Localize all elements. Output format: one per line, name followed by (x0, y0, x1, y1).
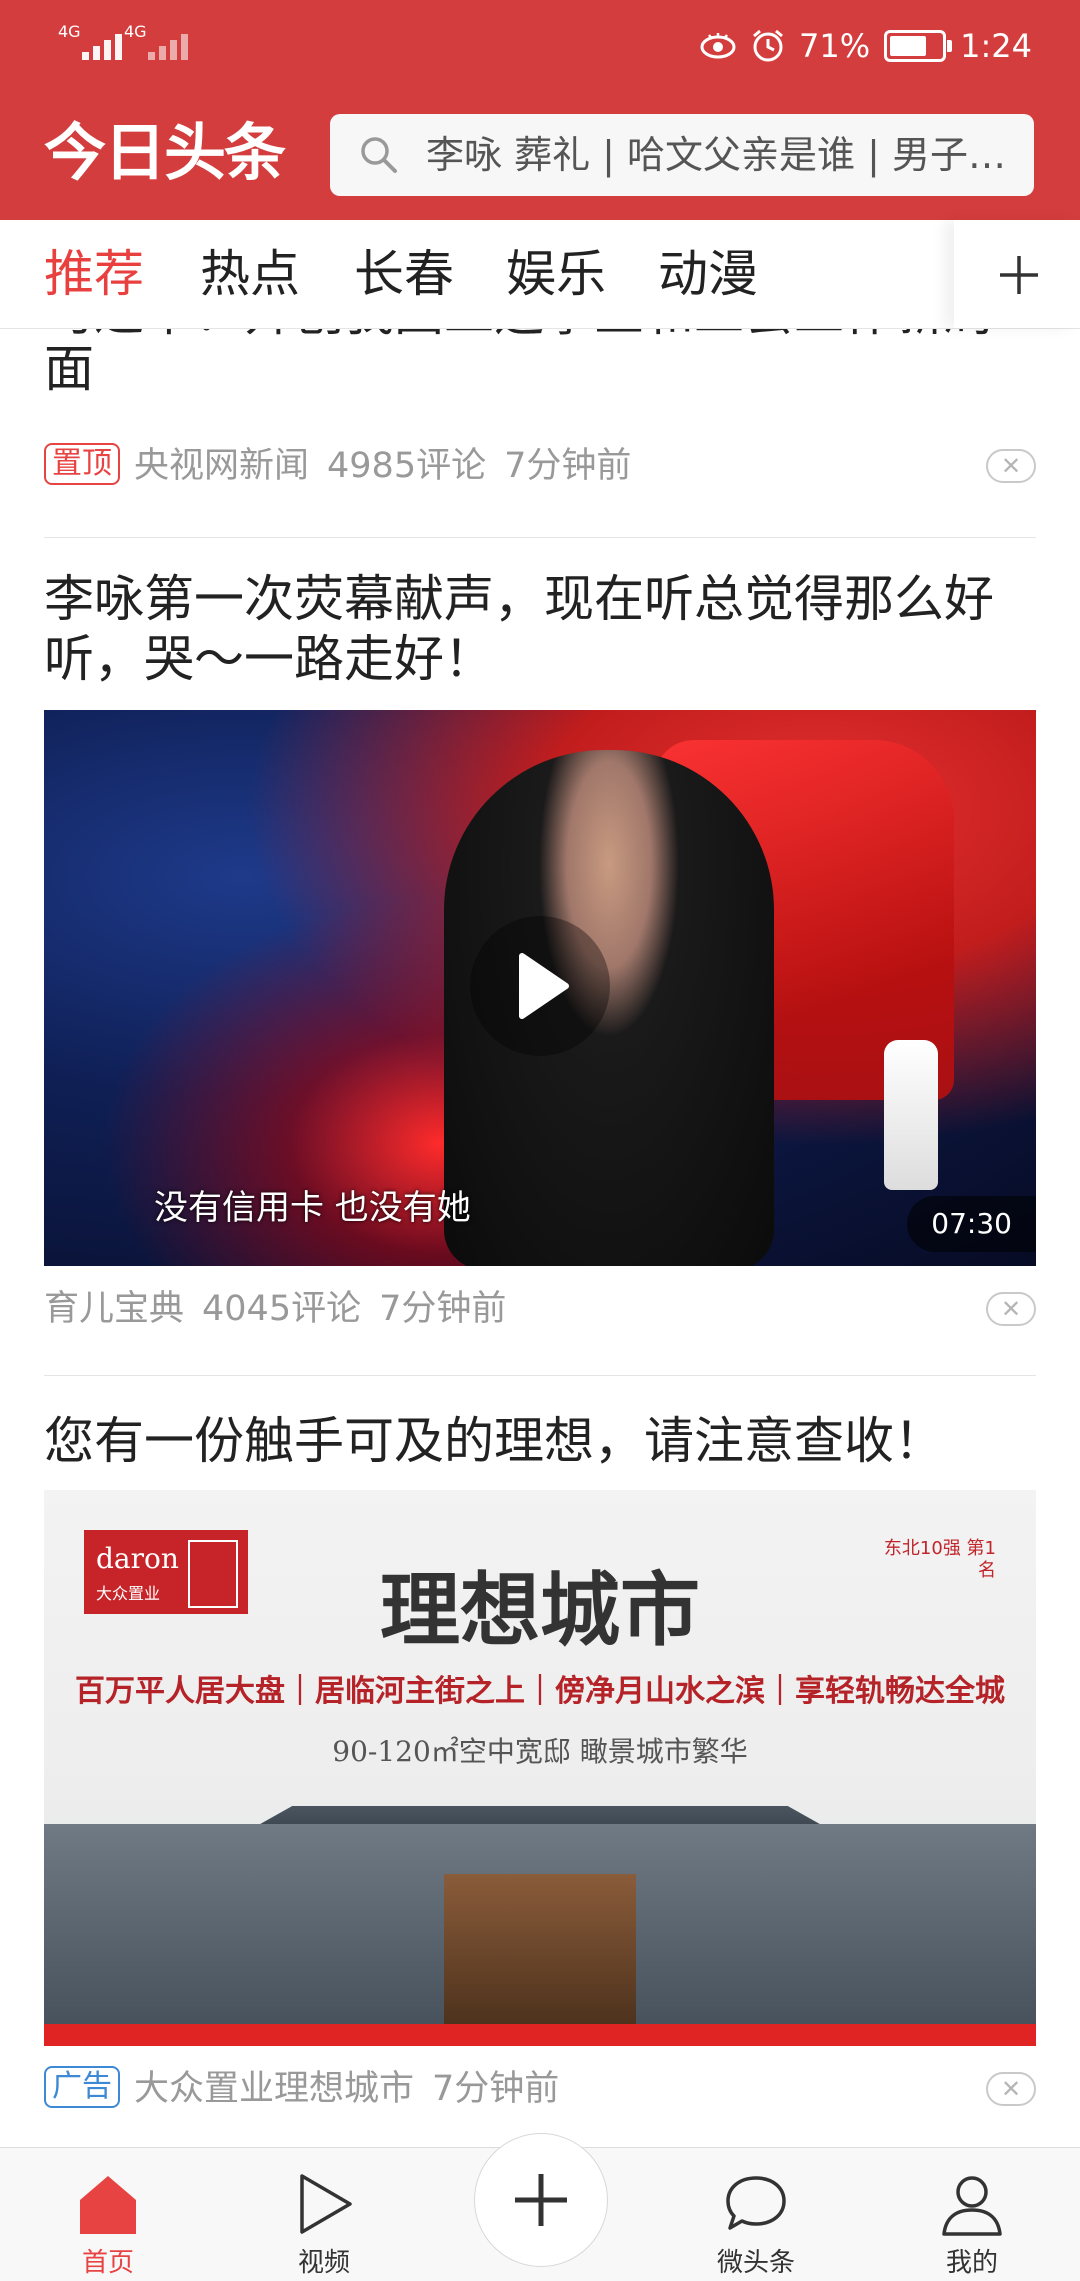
person-icon (942, 2176, 1002, 2236)
article-source[interactable]: 大众置业理想城市 (134, 2069, 414, 2109)
plus-icon (515, 2174, 567, 2226)
dismiss-button[interactable]: ✕ (986, 1292, 1036, 1326)
chat-bubble-icon (726, 2176, 786, 2230)
eye-comfort-icon (700, 33, 736, 59)
close-icon: ✕ (1000, 2075, 1022, 2103)
tab-entertainment[interactable]: 娱乐 (506, 244, 606, 304)
article-source[interactable]: 央视网新闻 (134, 446, 309, 486)
nav-label: 微头条 (716, 2248, 795, 2278)
battery-percent: 71% (799, 27, 871, 65)
nav-home[interactable]: 首页 (38, 2162, 178, 2278)
nav-weitoutiao[interactable]: 微头条 (686, 2162, 826, 2278)
app-logo[interactable]: 今日头条 (44, 122, 286, 184)
ad-red-strip (44, 2024, 1036, 2046)
tab-anime[interactable]: 动漫 (658, 244, 758, 304)
tab-recommend[interactable]: 推荐 (44, 244, 144, 304)
pinned-badge: 置顶 (44, 443, 120, 485)
tab-hot[interactable]: 热点 (200, 244, 300, 304)
sim1-label: 4G (58, 22, 81, 41)
publish-time: 7分钟前 (379, 1289, 507, 1329)
search-bar[interactable]: 李咏 葬礼 | 哈文父亲是谁 | 男子… (330, 114, 1034, 196)
top-header: 4G 4G 71% 1:24 今日头条 李咏 葬礼 | 哈文父亲是谁 | 男子… (0, 0, 1080, 220)
ad-slogan: 百万平人居大盘｜居临河主街之上｜傍净月山水之滨｜享轻轨畅达全城 (75, 1674, 1005, 1709)
article-source[interactable]: 育儿宝典 (44, 1289, 184, 1329)
nav-mine[interactable]: 我的 (902, 2162, 1042, 2278)
dismiss-button[interactable]: ✕ (986, 449, 1036, 483)
article-meta: 置顶 央视网新闻 4985评论 7分钟前 (44, 441, 1036, 491)
ad-image[interactable]: daron 大众置业 东北10强 第1名 理想城市 百万平人居大盘｜居临河主街之… (44, 1490, 1036, 2046)
publish-button[interactable] (474, 2133, 608, 2267)
close-icon: ✕ (1000, 452, 1022, 480)
plus-icon (1000, 256, 1038, 294)
dismiss-button[interactable]: ✕ (986, 2072, 1036, 2106)
close-icon: ✕ (1000, 1295, 1022, 1323)
ad-subtitle: 90-120㎡空中宽邸 瞰景城市繁华 (332, 1735, 748, 1768)
add-channel-button[interactable] (954, 220, 1080, 328)
play-icon (519, 953, 569, 1019)
search-placeholder: 李咏 葬礼 | 哈文父亲是谁 | 男子… (426, 133, 1007, 177)
nav-label: 首页 (81, 2248, 134, 2278)
sim2-label: 4G (124, 22, 147, 41)
publish-time: 7分钟前 (432, 2069, 560, 2109)
alarm-icon (753, 29, 783, 62)
news-feed[interactable]: 习近平：开创我国工运事业和工会工作新局 面 置顶央视网新闻4985评论7分钟前 … (0, 329, 1080, 2149)
ad-building (444, 1874, 636, 2024)
status-bar: 4G 4G 71% 1:24 (0, 0, 1080, 92)
comment-count: 4985评论 (327, 446, 487, 486)
home-icon (80, 2176, 136, 2234)
divider (44, 1375, 1036, 1376)
nav-label: 视频 (297, 2248, 350, 2278)
article-meta: 育儿宝典 4045评论 7分钟前 (44, 1284, 1036, 1334)
tab-changchun[interactable]: 长春 (354, 244, 454, 304)
video-scene (884, 1040, 938, 1190)
article-title[interactable]: 面 (44, 339, 1036, 399)
sim2-signal-icon: 4G (124, 20, 224, 64)
play-button[interactable] (470, 916, 610, 1056)
video-duration: 07:30 (907, 1196, 1036, 1252)
battery-icon (884, 30, 953, 62)
nav-label: 我的 (945, 2248, 998, 2278)
ad-headline: 理想城市 (380, 1563, 700, 1657)
publish-time: 7分钟前 (504, 446, 632, 486)
article-title[interactable]: 李咏第一次荧幕献声，现在听总觉得那么好听，哭～一路走好！ (44, 569, 1036, 689)
article-meta: 广告 大众置业理想城市 7分钟前 (44, 2064, 1036, 2114)
clock-time: 1:24 (960, 27, 1032, 65)
divider (44, 537, 1036, 538)
nav-video[interactable]: 视频 (254, 2162, 394, 2278)
comment-count: 4045评论 (202, 1289, 362, 1329)
video-thumbnail[interactable]: 没有信用卡 也没有她 07:30 (44, 710, 1036, 1266)
article-title[interactable]: 您有一份触手可及的理想，请注意查收！ (44, 1411, 1036, 1471)
ad-badge: 广告 (44, 2066, 120, 2108)
video-caption: 没有信用卡 也没有她 (154, 1188, 471, 1228)
channel-tabs: 推荐 热点 长春 娱乐 动漫 (0, 220, 1080, 329)
video-play-icon (300, 2174, 352, 2234)
search-icon (361, 137, 397, 173)
